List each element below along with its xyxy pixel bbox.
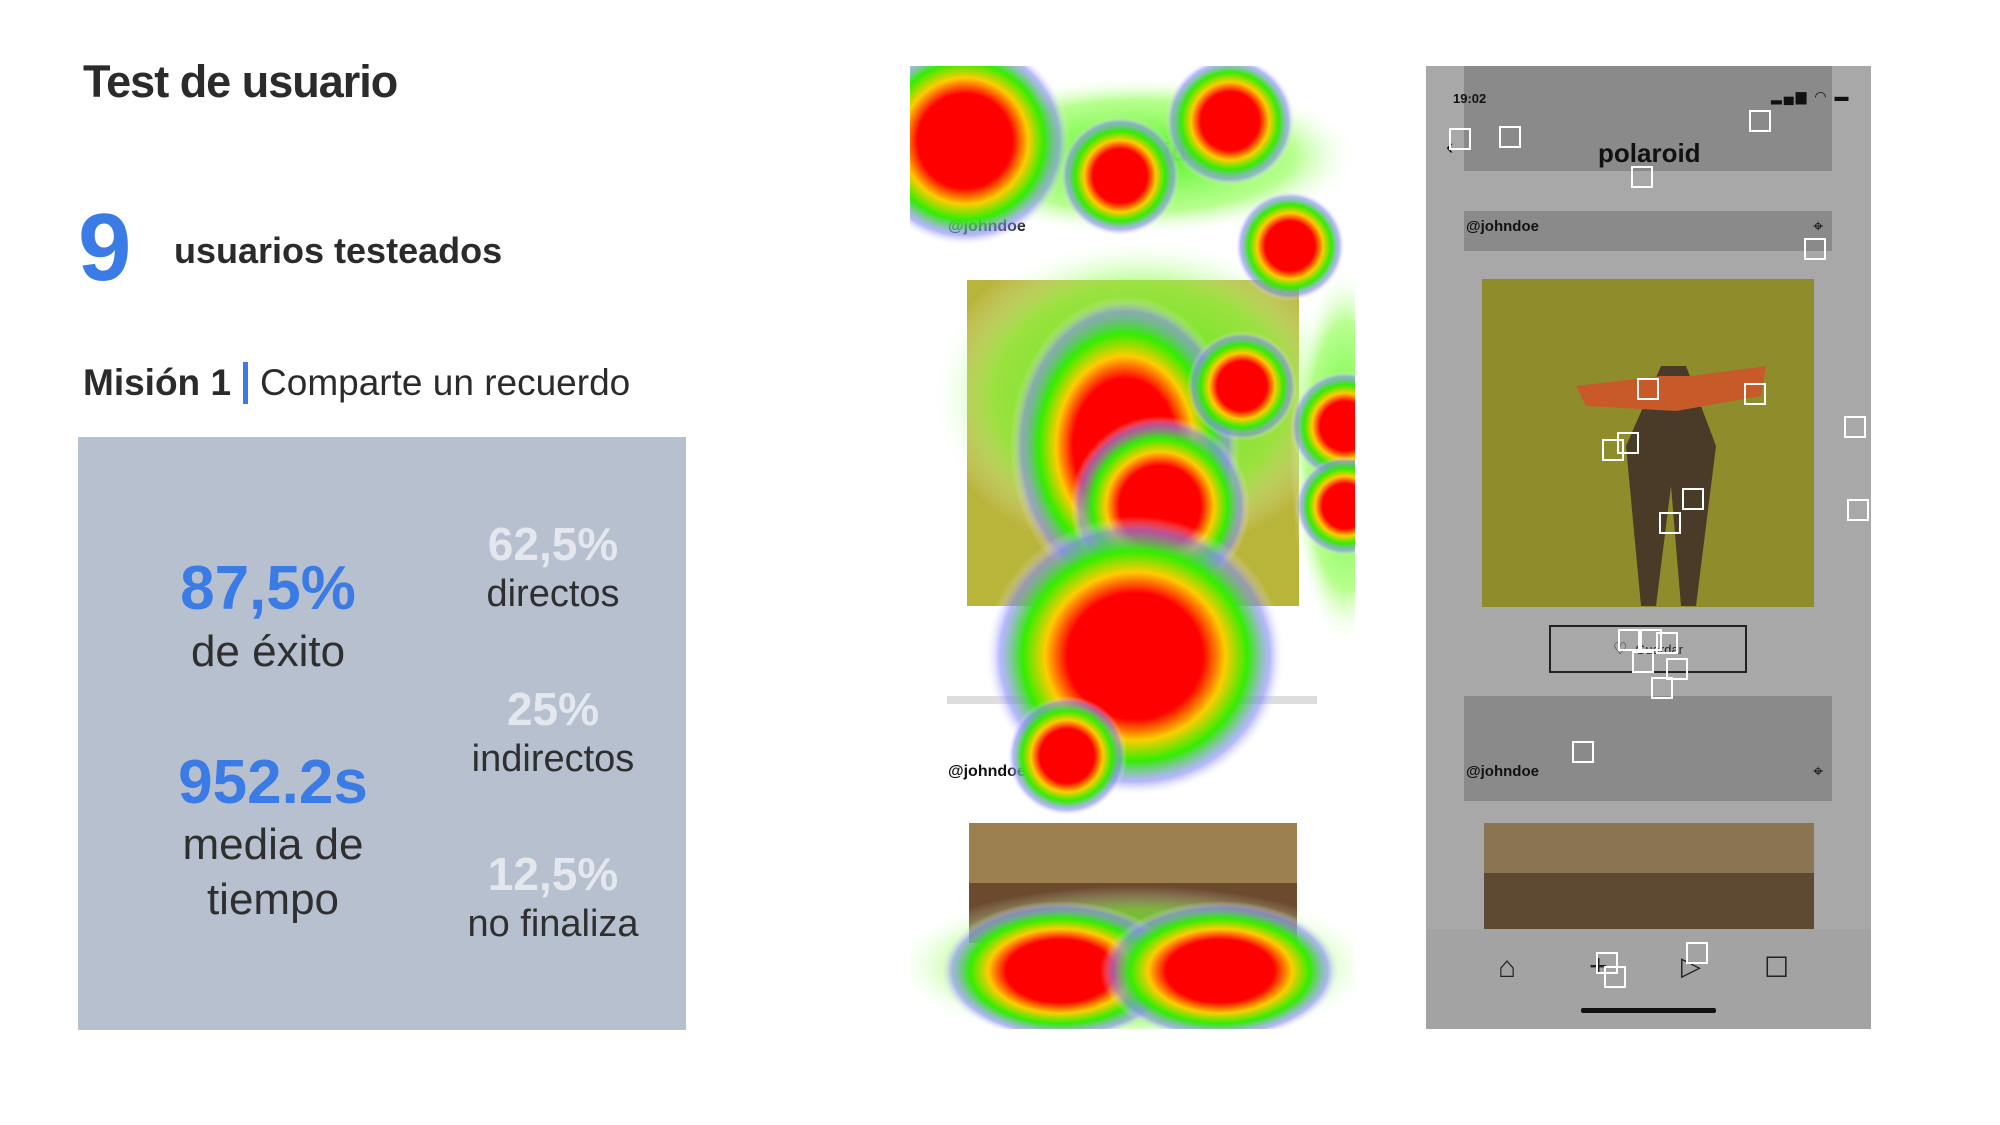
home-icon[interactable]: ⌂ <box>1498 951 1516 985</box>
time-label-line1: media de <box>182 820 364 870</box>
click-marker <box>1686 942 1708 964</box>
page-title: Test de usuario <box>83 56 398 107</box>
click-marker <box>1632 651 1654 673</box>
indirect-label: indirectos <box>471 738 635 781</box>
direct-value: 62,5% <box>487 518 619 570</box>
status-time: 19:02 <box>1453 91 1487 106</box>
click-marker <box>1847 499 1869 521</box>
success-value: 87,5% <box>180 554 356 623</box>
mission-description: Comparte un recuerdo <box>260 362 631 403</box>
click-marker <box>1499 126 1521 148</box>
click-marker <box>1572 741 1594 763</box>
battery-icon: ▬ <box>1834 88 1851 104</box>
users-label: usuarios testeados <box>174 230 503 271</box>
click-marker <box>1631 166 1653 188</box>
stats-panel: 87,5% de éxito 952.2s media de tiempo 62… <box>78 437 686 1030</box>
direct-stat: 62,5% directos <box>448 517 658 618</box>
click-marker <box>1651 677 1673 699</box>
click-marker <box>1617 432 1639 454</box>
clicks-screenshot: 19:02 ▂▄▆ ◠ ▬ ‹ polaroid @johndoe ⌖ ♡ Gu… <box>1426 66 1871 1029</box>
unfinished-stat: 12,5% no finaliza <box>448 847 658 948</box>
unfinished-label: no finaliza <box>467 903 639 946</box>
mission-divider <box>243 362 249 404</box>
mission-number: Misión 1 <box>83 362 232 403</box>
location-pin-icon[interactable]: ⌖ <box>1813 761 1823 782</box>
heatmap-image: @johndoe polaroid @johndoe <box>910 66 1355 1029</box>
success-label: de éxito <box>190 627 346 677</box>
time-value: 952.2s <box>178 748 368 817</box>
click-marker <box>1637 378 1659 400</box>
post-username[interactable]: @johndoe <box>1466 218 1539 235</box>
click-marker <box>1604 966 1626 988</box>
click-marker <box>1618 629 1640 651</box>
status-icons: ▂▄▆ ◠ ▬ <box>1771 88 1850 105</box>
direct-label: directos <box>486 573 620 616</box>
profile-icon[interactable]: ☐ <box>1764 951 1789 984</box>
app-title: polaroid <box>1598 138 1701 168</box>
click-marker <box>1744 383 1766 405</box>
time-stat: 952.2s media de tiempo <box>118 748 428 927</box>
click-marker <box>1682 488 1704 510</box>
post-username-2[interactable]: @johndoe <box>1466 763 1539 780</box>
indirect-stat: 25% indirectos <box>448 682 658 783</box>
indirect-value: 25% <box>506 683 600 735</box>
heatmap-screenshot: @johndoe polaroid @johndoe <box>910 66 1355 1029</box>
wifi-icon: ◠ <box>1814 88 1829 104</box>
click-marker <box>1749 110 1771 132</box>
click-marker <box>1659 512 1681 534</box>
mission-heading: Misión 1 Comparte un recuerdo <box>83 362 630 404</box>
click-marker <box>1449 128 1471 150</box>
signal-icon: ▂▄▆ <box>1771 88 1809 104</box>
click-marker <box>1656 632 1678 654</box>
time-label-line2: tiempo <box>206 875 340 925</box>
click-marker <box>1804 238 1826 260</box>
success-stat: 87,5% de éxito <box>118 554 418 680</box>
click-marker <box>1844 416 1866 438</box>
users-count: 9 <box>78 194 132 301</box>
unfinished-value: 12,5% <box>487 848 619 900</box>
clicks-screen-background <box>1426 66 1871 1029</box>
location-pin-icon[interactable]: ⌖ <box>1813 216 1823 237</box>
